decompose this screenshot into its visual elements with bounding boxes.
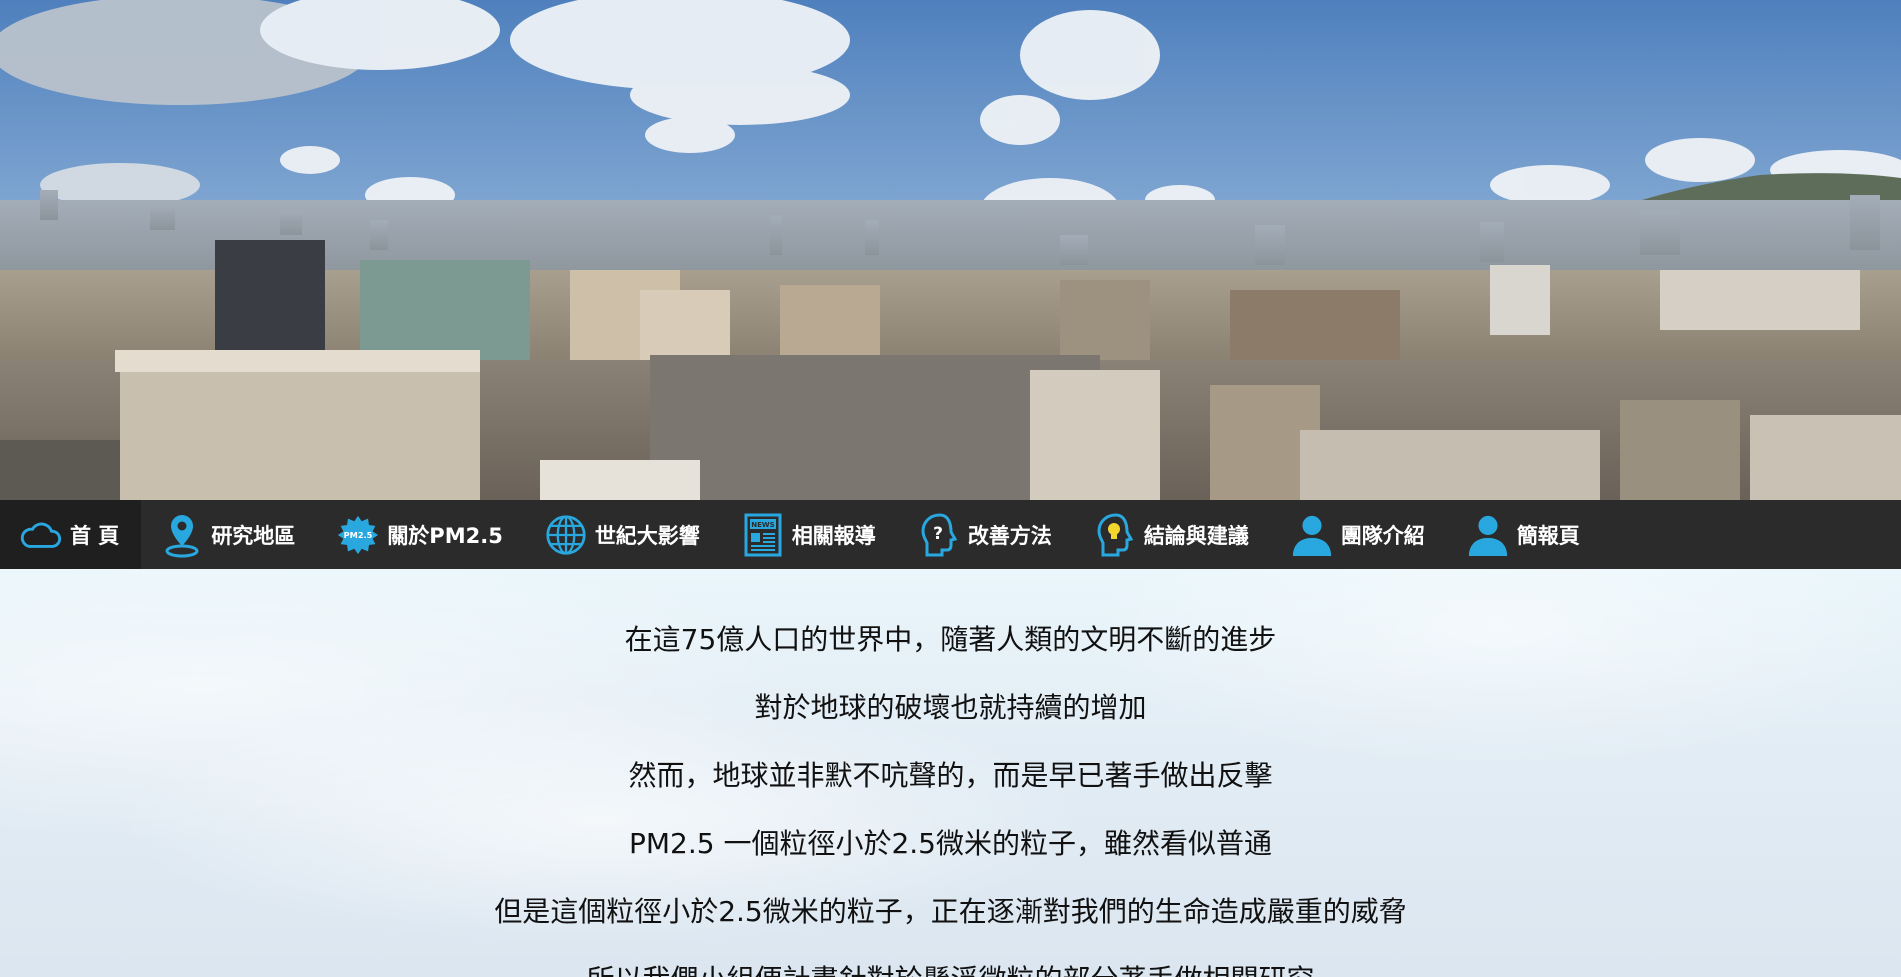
nav-item-label: 簡報頁	[1516, 523, 1580, 548]
nav-item-label: 結論與建議	[1143, 523, 1249, 548]
nav-item-home[interactable]: 首 頁	[0, 500, 142, 569]
intro-section: 在這75億人口的世界中，隨著人類的文明不斷的進步 對於地球的破壞也就持續的增加 …	[0, 569, 1901, 977]
nav-item-label: 改善方法	[967, 523, 1052, 548]
svg-text:PM2.5: PM2.5	[344, 530, 373, 540]
globe-icon	[545, 512, 587, 558]
city-skyline-image	[0, 0, 1901, 500]
nav-item-about-pm25[interactable]: PM2.5 關於PM2.5	[317, 500, 525, 569]
svg-text:?: ?	[933, 524, 943, 544]
intro-line: 然而，地球並非默不吭聲的，而是早已著手做出反擊	[628, 759, 1273, 792]
lightbulb-head-icon	[1094, 512, 1136, 558]
nav-item-presentation[interactable]: 簡報頁	[1447, 500, 1602, 569]
svg-text:NEWS: NEWS	[751, 521, 774, 529]
nav-item-label: 世紀大影響	[594, 523, 700, 548]
intro-line: PM2.5 一個粒徑小於2.5微米的粒子，雖然看似普通	[628, 827, 1272, 860]
nav-item-improvement-methods[interactable]: ? 改善方法	[898, 500, 1074, 569]
nav-item-label: 團隊介紹	[1340, 523, 1425, 548]
cloud-icon	[20, 512, 62, 558]
person-icon	[1467, 512, 1509, 558]
nav-item-conclusion[interactable]: 結論與建議	[1074, 500, 1271, 569]
intro-line: 對於地球的破壞也就持續的增加	[754, 691, 1147, 724]
nav-item-century-impact[interactable]: 世紀大影響	[525, 500, 722, 569]
intro-line: 但是這個粒徑小於2.5微米的粒子，正在逐漸對我們的生命造成嚴重的威脅	[494, 895, 1407, 928]
pm25-badge-icon: PM2.5	[337, 512, 379, 558]
nav-item-label: 相關報導	[791, 523, 876, 548]
person-icon	[1291, 512, 1333, 558]
nav-item-label: 關於PM2.5	[387, 523, 503, 548]
question-head-icon: ?	[918, 512, 960, 558]
nav-item-related-reports[interactable]: NEWS 相關報導	[722, 500, 898, 569]
main-navigation: 首 頁 研究地區 PM2.5 關於PM2.5 世紀大影響 NEWS 相關報導 ?…	[0, 500, 1901, 569]
intro-line: 在這75億人口的世界中，隨著人類的文明不斷的進步	[624, 623, 1277, 656]
intro-line: 所以我們小組便計畫針對於懸浮微粒的部分著手做相關研究	[0, 962, 1901, 977]
nav-item-label: 首 頁	[70, 523, 120, 548]
hero-city-photo	[0, 0, 1901, 500]
nav-item-label: 研究地區	[211, 523, 296, 548]
nav-item-research-area[interactable]: 研究地區	[141, 500, 317, 569]
news-icon: NEWS	[742, 512, 784, 558]
map-pin-icon	[161, 512, 203, 558]
nav-item-team[interactable]: 團隊介紹	[1271, 500, 1447, 569]
